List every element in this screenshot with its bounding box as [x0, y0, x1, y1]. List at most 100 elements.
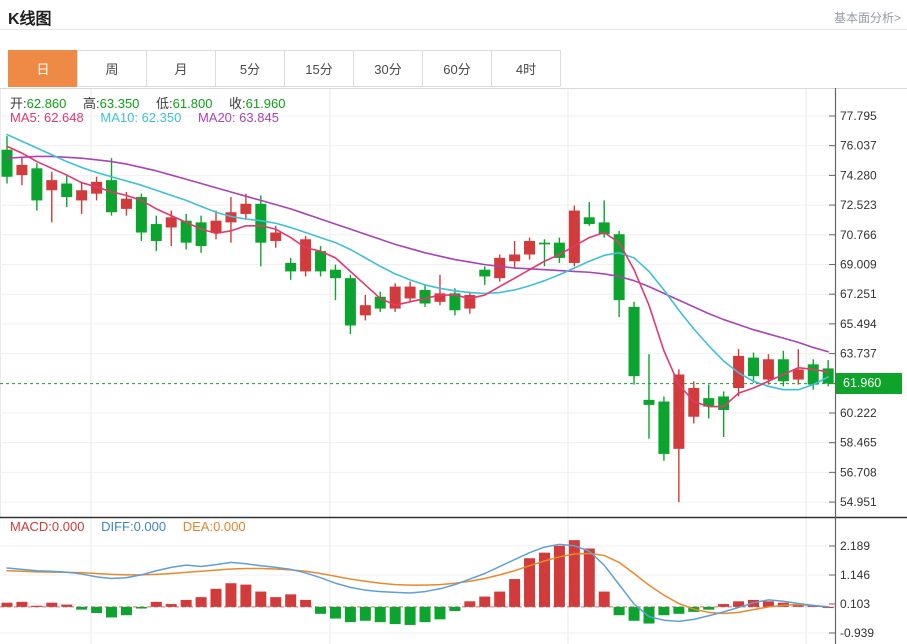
macd-bar-positive — [225, 583, 236, 607]
candle-down — [748, 358, 759, 377]
kline-page: 77.79576.03774.28072.52370.76669.00967.2… — [0, 0, 907, 644]
macd-bar-positive — [300, 600, 311, 607]
candle-down — [255, 204, 266, 243]
macd-bar-positive — [2, 603, 13, 607]
tab-month[interactable]: 月 — [146, 50, 216, 87]
page-header: K线图 基本面分析> — [0, 0, 907, 30]
macd-bar-negative — [76, 607, 87, 610]
candle-up — [121, 199, 132, 209]
candle-up — [166, 217, 177, 227]
macd-bar-positive — [554, 546, 565, 607]
macd-bar-positive — [166, 604, 177, 607]
fundamental-analysis-link[interactable]: 基本面分析> — [834, 9, 901, 26]
macd-bar-positive — [211, 589, 222, 607]
macd-bar-positive — [494, 592, 505, 607]
candle-up — [240, 204, 251, 214]
y-axis-label: 54.951 — [840, 495, 877, 509]
macd-bar-negative — [91, 607, 102, 613]
macd-bar-negative — [345, 607, 356, 622]
macd-axis-label: 2.189 — [840, 539, 870, 553]
candle-down — [629, 307, 640, 376]
macd-bar-negative — [703, 607, 714, 610]
candle-up — [46, 180, 57, 190]
macd-bar-negative — [434, 607, 445, 620]
candle-up — [360, 305, 371, 315]
macd-bar-positive — [151, 602, 162, 607]
candle-down — [196, 222, 207, 246]
candle-down — [31, 168, 42, 200]
macd-bar-negative — [390, 607, 401, 624]
macd-bar-negative — [658, 607, 669, 615]
macd-bar-positive — [718, 604, 729, 607]
page-title: K线图 — [8, 5, 52, 29]
macd-bar-positive — [255, 592, 266, 607]
y-axis-label: 65.494 — [840, 317, 877, 331]
candle-down — [584, 217, 595, 224]
macd-bar-negative — [330, 607, 341, 619]
candle-down — [151, 224, 162, 241]
y-axis-label: 67.251 — [840, 287, 877, 301]
macd-bar-negative — [106, 607, 117, 618]
candle-down — [285, 263, 296, 271]
macd-bar-negative — [405, 607, 416, 625]
interval-tabbar: 日 周 月 5分 15分 30分 60分 4时 — [8, 50, 561, 87]
macd-bar-positive — [584, 548, 595, 606]
candle-down — [643, 400, 654, 405]
ma10-line — [7, 135, 828, 390]
candle-down — [345, 278, 356, 325]
macd-bar-positive — [240, 585, 251, 607]
macd-bar-positive — [181, 600, 192, 607]
tab-5min[interactable]: 5分 — [215, 50, 285, 87]
macd-bar-negative — [360, 607, 371, 621]
y-axis-label: 69.009 — [840, 257, 877, 271]
tab-day[interactable]: 日 — [8, 50, 78, 87]
tab-60min[interactable]: 60分 — [422, 50, 492, 87]
tab-4hour[interactable]: 4时 — [491, 50, 561, 87]
macd-bar-positive — [61, 605, 72, 607]
candle-up — [793, 369, 804, 379]
y-axis-label: 63.737 — [840, 347, 877, 361]
candle-down — [330, 270, 341, 278]
macd-axis-label: 0.103 — [840, 597, 870, 611]
y-axis-label: 77.795 — [840, 109, 877, 123]
candle-down — [2, 150, 13, 177]
y-axis-label: 56.708 — [840, 465, 877, 479]
candle-down — [539, 243, 550, 245]
macd-bar-negative — [643, 607, 654, 624]
tab-30min[interactable]: 30分 — [353, 50, 423, 87]
macd-bar-positive — [509, 579, 520, 607]
kline-chart-canvas[interactable]: 77.79576.03774.28072.52370.76669.00967.2… — [0, 0, 907, 644]
macd-bar-negative — [673, 607, 684, 614]
macd-bar-positive — [285, 594, 296, 607]
candle-down — [61, 184, 72, 198]
candle-up — [763, 359, 774, 379]
candle-up — [16, 165, 27, 175]
candle-up — [494, 258, 505, 278]
ma20-line — [7, 156, 828, 351]
macd-bar-negative — [315, 607, 326, 614]
macd-bar-negative — [136, 607, 147, 609]
macd-bar-positive — [479, 597, 490, 607]
y-axis-label: 70.766 — [840, 228, 877, 242]
candle-up — [405, 287, 416, 299]
candle-down — [479, 270, 490, 277]
macd-bar-negative — [375, 607, 386, 622]
candle-down — [106, 180, 117, 212]
candle-up — [76, 190, 87, 200]
candle-down — [778, 359, 789, 381]
macd-bar-positive — [464, 601, 475, 607]
macd-bar-positive — [569, 540, 580, 607]
macd-bar-negative — [629, 607, 640, 621]
candle-up — [569, 211, 580, 263]
ma5-line — [7, 146, 828, 406]
candle-down — [658, 402, 669, 454]
macd-bar-positive — [196, 597, 207, 607]
macd-bar-positive — [31, 606, 42, 607]
macd-bar-positive — [16, 602, 27, 607]
candle-down — [808, 364, 819, 384]
tab-15min[interactable]: 15分 — [284, 50, 354, 87]
tab-week[interactable]: 周 — [77, 50, 147, 87]
current-price-badge: 61.960 — [836, 373, 902, 394]
candle-up — [300, 239, 311, 271]
candle-up — [270, 233, 281, 241]
